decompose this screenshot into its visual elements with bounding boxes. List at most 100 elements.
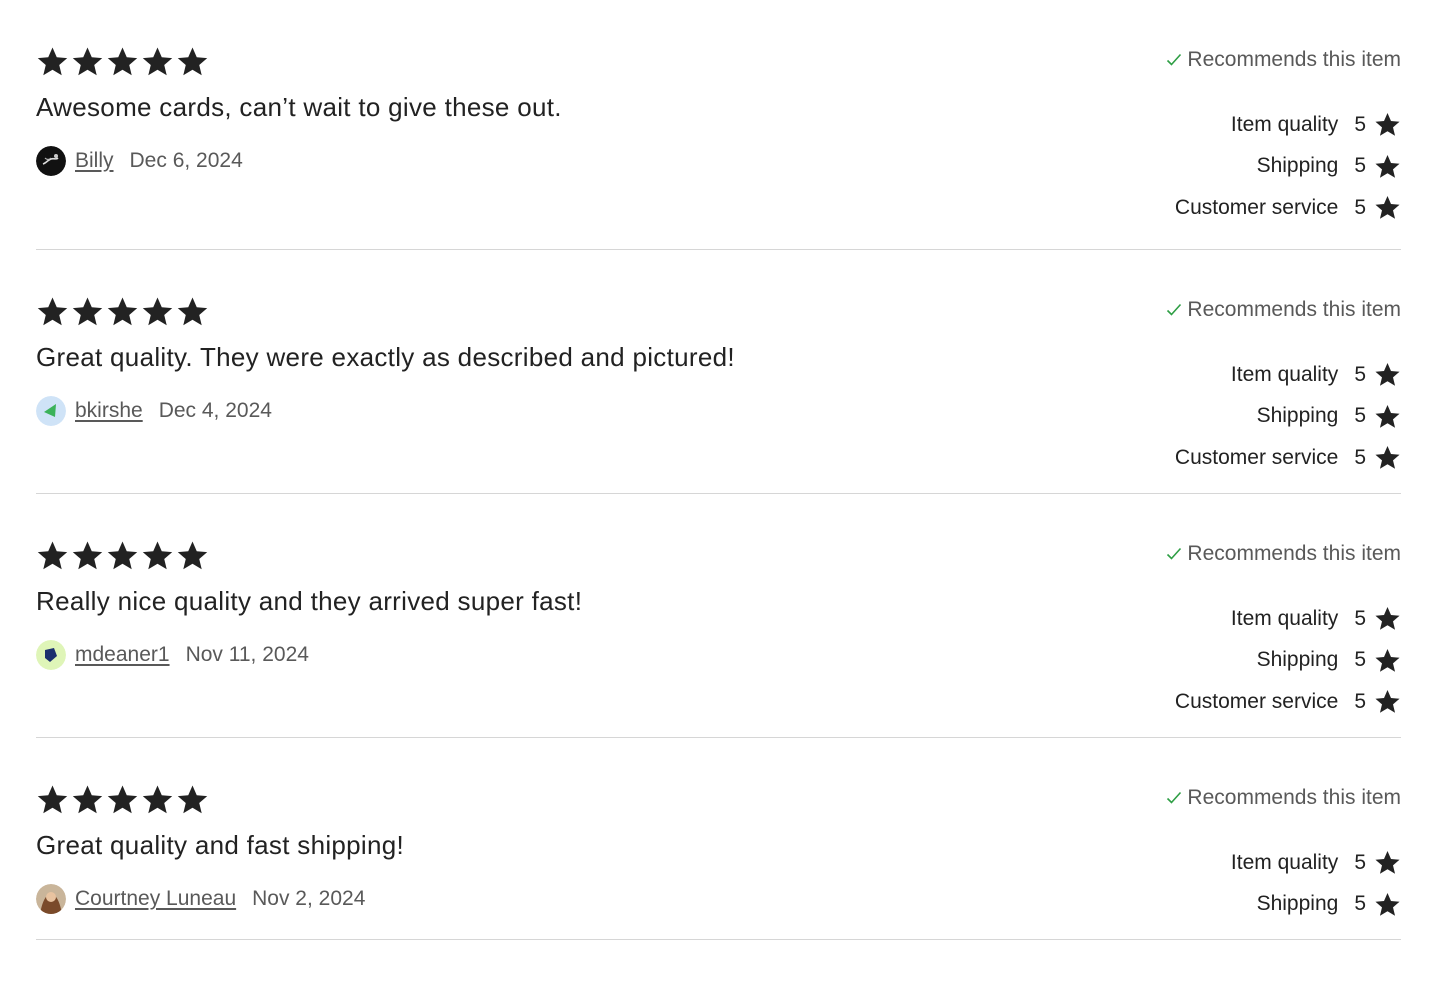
- star-icon: [1375, 446, 1400, 469]
- star-icon: [72, 297, 103, 326]
- subrating-value: 5: [1354, 606, 1366, 630]
- subrating-item-quality: Item quality 5: [1175, 104, 1401, 146]
- subrating-label: Item quality: [1230, 362, 1339, 386]
- subratings: Item quality 5 Shipping 5 Customer servi…: [1175, 598, 1401, 723]
- recommends-badge: Recommends this item: [1165, 786, 1401, 810]
- subrating-label: Item quality: [1230, 850, 1339, 874]
- star-rating: [36, 45, 209, 78]
- star-icon: [1375, 404, 1400, 428]
- star-icon: [1375, 154, 1400, 178]
- subrating-label: Shipping: [1256, 648, 1339, 672]
- subrating-shipping: Shipping 5: [1175, 396, 1401, 438]
- star-icon: [107, 541, 138, 570]
- star-icon: [72, 47, 103, 76]
- review-card: Awesome cards, can’t wait to give these …: [36, 0, 1401, 250]
- check-icon: [1167, 53, 1182, 66]
- subrating-value: 5: [1354, 850, 1366, 874]
- subrating-value: 5: [1354, 404, 1366, 428]
- review-date: Nov 2, 2024: [252, 887, 366, 910]
- recommends-label: Recommends this item: [1187, 786, 1401, 809]
- star-icon: [107, 785, 138, 814]
- star-icon: [37, 297, 68, 326]
- star-icon: [142, 47, 173, 76]
- subrating-item-quality: Item quality 5: [1175, 354, 1401, 396]
- subrating-shipping: Shipping 5: [1231, 884, 1401, 926]
- subrating-label: Shipping: [1256, 404, 1339, 428]
- review-text: Really nice quality and they arrived sup…: [36, 586, 583, 616]
- review-meta: Billy Dec 6, 2024: [36, 146, 243, 176]
- star-icon: [107, 297, 138, 326]
- star-icon: [72, 785, 103, 814]
- review-text: Awesome cards, can’t wait to give these …: [36, 92, 562, 122]
- avatar-courtney-luneau-icon[interactable]: [36, 884, 66, 914]
- star-icon: [177, 297, 208, 326]
- subrating-label: Item quality: [1230, 112, 1339, 136]
- star-icon: [177, 785, 208, 814]
- avatar-mdeaner1-icon[interactable]: [36, 640, 66, 670]
- star-icon: [177, 541, 208, 570]
- star-icon: [142, 541, 173, 570]
- subratings: Item quality 5 Shipping 5 Customer servi…: [1175, 354, 1401, 479]
- reviewer-name-link[interactable]: bkirshe: [75, 399, 143, 423]
- review-date: Nov 11, 2024: [185, 643, 309, 666]
- subrating-item-quality: Item quality 5: [1231, 842, 1401, 884]
- star-rating: [36, 539, 209, 572]
- review-card: Great quality and fast shipping! Courtne…: [36, 738, 1401, 940]
- check-icon: [1167, 791, 1182, 804]
- star-icon: [1375, 690, 1400, 713]
- star-icon: [142, 785, 173, 814]
- check-icon: [1167, 303, 1182, 316]
- reviewer-name-link[interactable]: mdeaner1: [75, 643, 170, 667]
- subratings: Item quality 5 Shipping 5: [1231, 842, 1401, 925]
- review-card: Great quality. They were exactly as desc…: [36, 250, 1401, 494]
- subrating-value: 5: [1354, 648, 1366, 672]
- subrating-shipping: Shipping 5: [1175, 146, 1401, 188]
- subrating-customer-service: Customer service 5: [1175, 437, 1401, 479]
- avatar-billy-icon[interactable]: [36, 146, 66, 176]
- reviews-list: Awesome cards, can’t wait to give these …: [0, 0, 1445, 987]
- recommends-badge: Recommends this item: [1165, 298, 1401, 322]
- subrating-label: Customer service: [1174, 445, 1339, 469]
- star-icon: [1375, 648, 1400, 672]
- subrating-label: Item quality: [1230, 606, 1339, 630]
- review-text: Great quality and fast shipping!: [36, 830, 405, 860]
- subrating-customer-service: Customer service 5: [1175, 187, 1401, 229]
- star-icon: [1375, 196, 1400, 219]
- subrating-value: 5: [1354, 892, 1366, 916]
- review-meta: bkirshe Dec 4, 2024: [36, 396, 272, 426]
- check-icon: [1167, 547, 1182, 560]
- star-icon: [142, 297, 173, 326]
- recommends-label: Recommends this item: [1187, 48, 1401, 71]
- star-icon: [1375, 113, 1400, 136]
- star-icon: [1375, 851, 1400, 874]
- subrating-item-quality: Item quality 5: [1175, 598, 1401, 640]
- star-rating: [36, 295, 209, 328]
- star-icon: [177, 47, 208, 76]
- reviewer-name-link[interactable]: Billy: [75, 149, 114, 173]
- subrating-value: 5: [1354, 154, 1366, 178]
- subrating-label: Shipping: [1256, 892, 1339, 916]
- reviewer-name-link[interactable]: Courtney Luneau: [75, 887, 236, 911]
- subrating-label: Customer service: [1174, 195, 1339, 219]
- subrating-value: 5: [1354, 445, 1366, 469]
- subrating-shipping: Shipping 5: [1175, 640, 1401, 682]
- star-rating: [36, 783, 209, 816]
- star-icon: [37, 541, 68, 570]
- star-icon: [37, 47, 68, 76]
- star-icon: [1375, 892, 1400, 916]
- avatar-bkirshe-icon[interactable]: [36, 396, 66, 426]
- review-meta: mdeaner1 Nov 11, 2024: [36, 640, 309, 670]
- star-icon: [1375, 363, 1400, 386]
- recommends-badge: Recommends this item: [1165, 48, 1401, 72]
- subrating-label: Customer service: [1174, 689, 1339, 713]
- subratings: Item quality 5 Shipping 5 Customer servi…: [1175, 104, 1401, 229]
- recommends-label: Recommends this item: [1187, 298, 1401, 321]
- subrating-value: 5: [1354, 362, 1366, 386]
- review-date: Dec 4, 2024: [158, 399, 272, 422]
- review-date: Dec 6, 2024: [129, 149, 243, 172]
- review-meta: Courtney Luneau Nov 2, 2024: [36, 884, 365, 914]
- star-icon: [1375, 607, 1400, 630]
- star-icon: [37, 785, 68, 814]
- subrating-value: 5: [1354, 112, 1366, 136]
- subrating-value: 5: [1354, 195, 1366, 219]
